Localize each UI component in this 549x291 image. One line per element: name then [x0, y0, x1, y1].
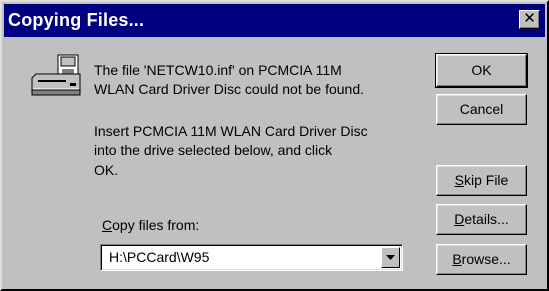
message-line-5: OK. — [94, 162, 119, 178]
copy-from-accelerator: C — [102, 217, 113, 233]
ok-button-label: OK — [471, 62, 492, 78]
floppy-drive-icon — [30, 54, 84, 98]
details-accelerator: D — [454, 211, 465, 227]
close-icon: ✕ — [523, 10, 536, 27]
browse-label: rowse... — [461, 251, 511, 267]
browse-button[interactable]: Browse... — [436, 244, 527, 275]
copy-from-combobox[interactable]: H:\PCCard\W95 — [100, 244, 403, 271]
details-button[interactable]: Details... — [436, 204, 527, 235]
skip-file-accelerator: S — [454, 172, 464, 188]
chevron-down-icon — [386, 255, 395, 260]
cancel-button-label: Cancel — [459, 101, 504, 117]
message-line-4: into the drive selected below, and click — [94, 142, 333, 158]
copying-files-dialog: Copying Files... ✕ The file 'NETCW10.inf… — [0, 0, 549, 291]
copy-from-label-text: opy files from: — [112, 217, 200, 233]
ok-button[interactable]: OK — [435, 53, 528, 88]
close-button[interactable]: ✕ — [519, 10, 540, 29]
details-label: etails... — [464, 211, 509, 227]
browse-accelerator: B — [452, 251, 462, 267]
cancel-button[interactable]: Cancel — [436, 94, 527, 125]
skip-file-button[interactable]: Skip File — [436, 165, 527, 196]
dropdown-button[interactable] — [381, 247, 400, 268]
copy-from-path[interactable]: H:\PCCard\W95 — [109, 249, 209, 265]
skip-file-label: kip File — [463, 172, 509, 188]
window-title: Copying Files... — [8, 10, 145, 30]
copy-files-from-label: Copy files from: — [102, 217, 199, 233]
message-line-2: WLAN Card Driver Disc could not be found… — [94, 81, 364, 97]
message-line-3: Insert PCMCIA 11M WLAN Card Driver Disc — [94, 123, 368, 139]
title-bar[interactable]: Copying Files... ✕ — [4, 4, 545, 37]
message-line-1: The file 'NETCW10.inf' on PCMCIA 11M — [94, 62, 342, 78]
